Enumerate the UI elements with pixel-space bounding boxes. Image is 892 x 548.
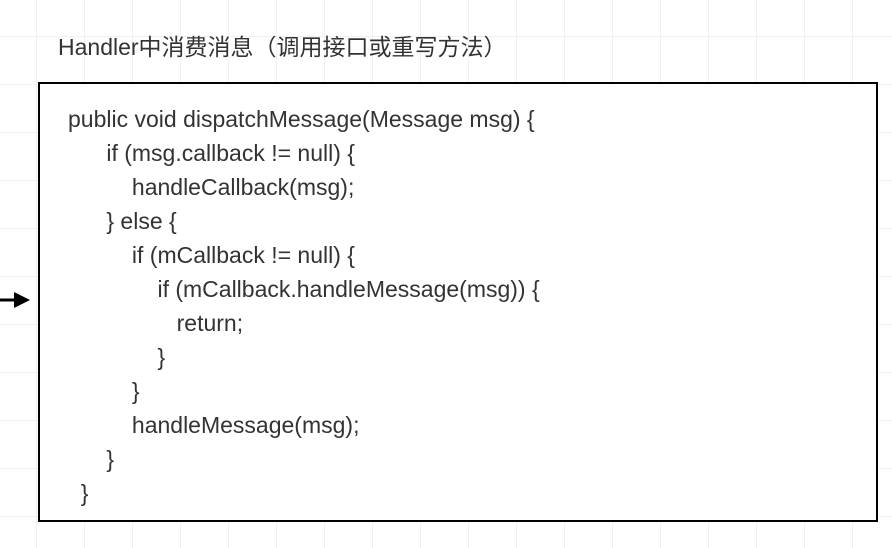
code-content: public void dispatchMessage(Message msg)… (68, 102, 848, 510)
diagram-title: Handler中消费消息（调用接口或重写方法） (58, 28, 507, 62)
code-line-3: handleCallback(msg); (68, 174, 354, 200)
code-line-12: } (68, 480, 88, 506)
code-line-9: } (68, 378, 140, 404)
code-line-8: } (68, 344, 165, 370)
code-line-1: public void dispatchMessage(Message msg)… (68, 106, 535, 132)
code-block-container: public void dispatchMessage(Message msg)… (38, 82, 878, 522)
code-line-6: if (mCallback.handleMessage(msg)) { (68, 276, 540, 302)
code-line-4: } else { (68, 208, 177, 234)
code-line-7: return; (68, 310, 243, 336)
code-line-2: if (msg.callback != null) { (68, 140, 355, 166)
arrow-icon (0, 288, 32, 312)
code-line-5: if (mCallback != null) { (68, 242, 355, 268)
code-line-11: } (68, 446, 114, 472)
code-line-10: handleMessage(msg); (68, 412, 359, 438)
